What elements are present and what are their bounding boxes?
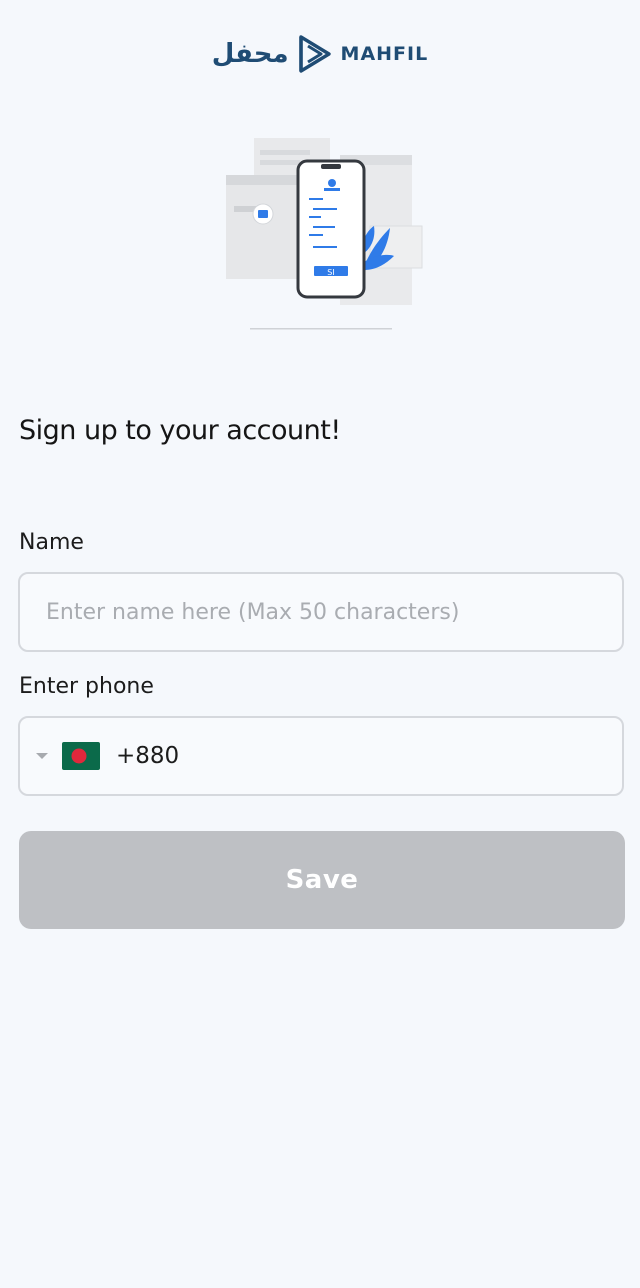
name-input[interactable] [20, 574, 622, 650]
name-field-container[interactable] [18, 572, 624, 652]
page-title: Sign up to your account! [19, 415, 341, 446]
logo-latin-text: MAHFIL [340, 43, 429, 65]
name-label: Name [19, 530, 84, 555]
illustration-button-text: SI [327, 268, 334, 277]
app-logo: محفل MAHFIL [0, 34, 640, 74]
phone-field-container[interactable]: +880 [18, 716, 624, 796]
bangladesh-flag-icon [62, 742, 100, 770]
phone-signup-illustration-icon: SI [226, 138, 423, 330]
dropdown-caret-icon [36, 753, 48, 759]
save-button[interactable]: Save [19, 831, 625, 929]
logo-arabic-text: محفل [211, 39, 289, 69]
dial-code[interactable]: +880 [116, 718, 179, 794]
country-code-dropdown[interactable] [32, 718, 100, 794]
phone-label: Enter phone [19, 674, 154, 699]
mahfil-logo-icon [298, 35, 331, 73]
